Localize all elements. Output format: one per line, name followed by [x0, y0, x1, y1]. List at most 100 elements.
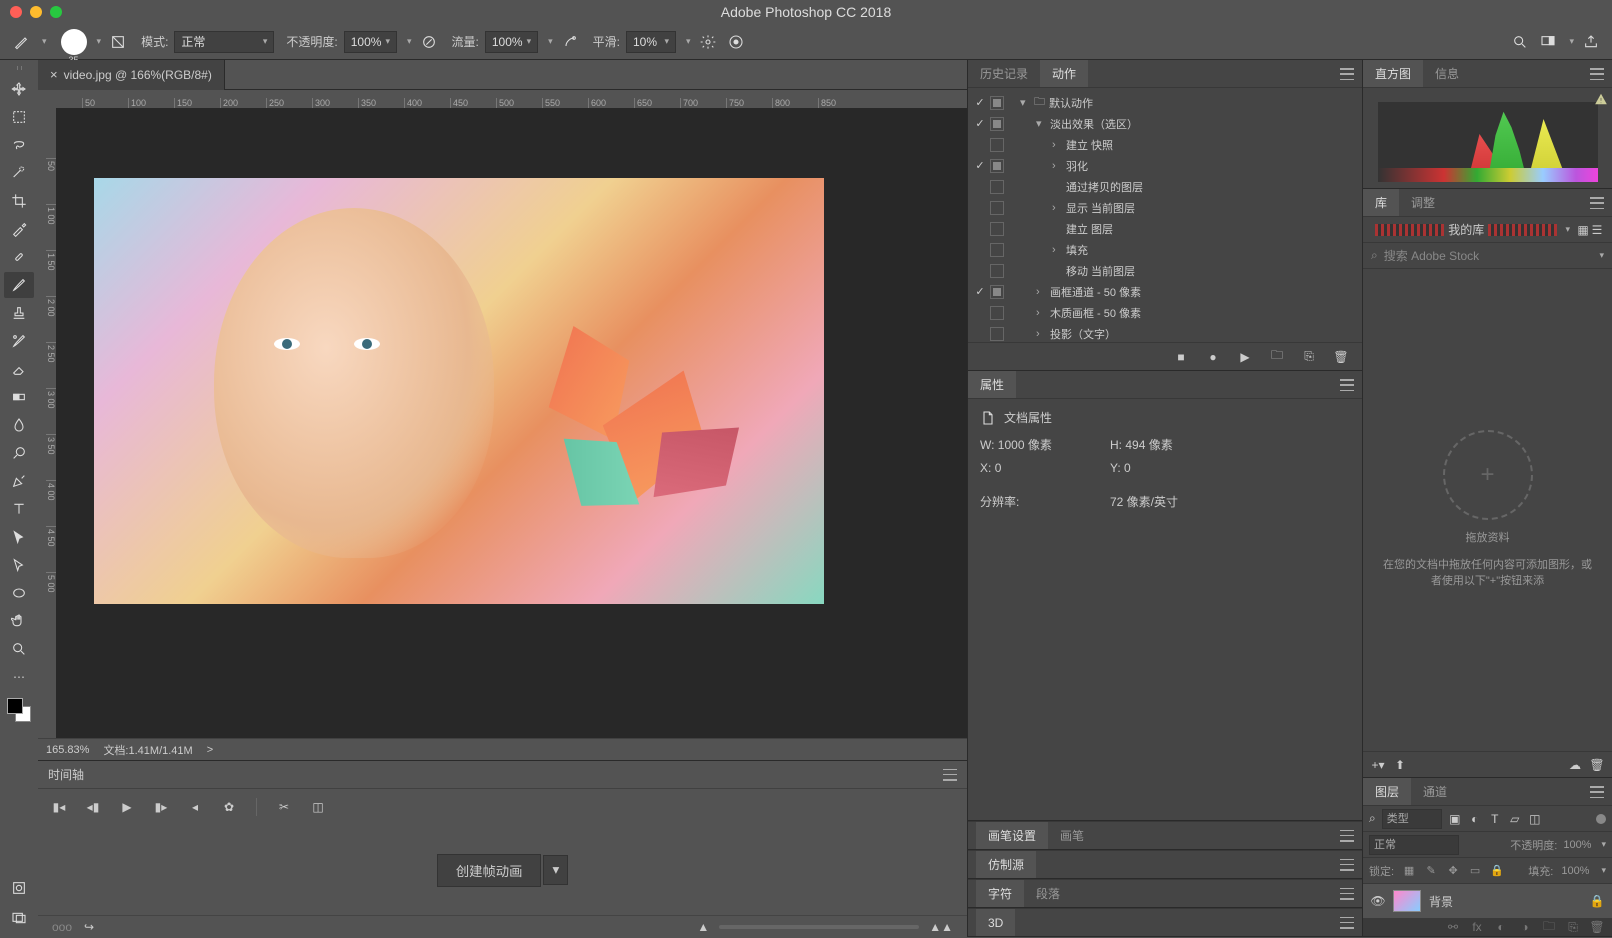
panel-menu-icon[interactable]: [1590, 197, 1604, 209]
cloud-icon[interactable]: ☁: [1568, 758, 1582, 772]
status-arrow-icon[interactable]: >: [207, 744, 213, 756]
marquee-tool[interactable]: [4, 104, 34, 130]
first-frame-icon[interactable]: ▮◂: [52, 800, 66, 814]
action-row[interactable]: ›木质画框 - 50 像素: [968, 302, 1362, 323]
lock-artboard-icon[interactable]: ▭: [1468, 864, 1482, 878]
action-check-icon[interactable]: ✓: [974, 117, 986, 130]
disclosure-icon[interactable]: ›: [1052, 160, 1062, 172]
action-row[interactable]: ›投影（文字）: [968, 323, 1362, 342]
panel-menu-icon[interactable]: [1340, 917, 1354, 929]
more-tools-icon[interactable]: ⋯: [4, 664, 34, 690]
chevron-down-icon[interactable]: ▾: [97, 36, 102, 47]
action-row[interactable]: ✓›画框通道 - 50 像素: [968, 281, 1362, 302]
tab-history[interactable]: 历史记录: [968, 60, 1040, 87]
panel-menu-icon[interactable]: [1590, 786, 1604, 798]
panel-menu-icon[interactable]: [1340, 379, 1354, 391]
mask-icon[interactable]: ◐: [1494, 920, 1508, 934]
blur-tool[interactable]: [4, 412, 34, 438]
action-row[interactable]: 移动 当前图层: [968, 260, 1362, 281]
action-row[interactable]: ›建立 快照: [968, 134, 1362, 155]
ruler-vertical[interactable]: 501 001 502 002 503 003 504 004 505 00: [38, 108, 56, 738]
filter-adjust-icon[interactable]: ◐: [1468, 812, 1482, 826]
add-icon[interactable]: +▾: [1371, 758, 1385, 772]
canvas-image[interactable]: [94, 178, 824, 604]
zoom-out-slider-icon[interactable]: ▲: [697, 920, 709, 934]
panel-menu-icon[interactable]: [1340, 830, 1354, 842]
pen-tool[interactable]: [4, 468, 34, 494]
tab-character[interactable]: 字符: [976, 880, 1024, 907]
zoom-level[interactable]: 165.83%: [46, 744, 89, 756]
close-window-icon[interactable]: [10, 6, 22, 18]
blend-mode-select[interactable]: 正常▾: [174, 31, 274, 53]
layer-thumbnail[interactable]: [1393, 890, 1421, 912]
toolbar-grip-icon[interactable]: [2, 66, 36, 72]
prev-frame-icon[interactable]: ◂▮: [86, 800, 100, 814]
chevron-down-icon[interactable]: ▾: [42, 36, 47, 47]
loop-icon[interactable]: ooo: [52, 920, 72, 934]
library-selector[interactable]: 我的库 ▾ ▦ ☰: [1363, 217, 1612, 243]
tab-libraries[interactable]: 库: [1363, 189, 1399, 216]
healing-tool[interactable]: [4, 244, 34, 270]
panel-menu-icon[interactable]: [1590, 68, 1604, 80]
opacity-input[interactable]: 100%▾: [344, 31, 397, 53]
tab-adjustments[interactable]: 调整: [1399, 189, 1447, 216]
search-icon[interactable]: [1509, 31, 1531, 53]
share-icon[interactable]: [1580, 31, 1602, 53]
quickmask-icon[interactable]: [4, 875, 34, 901]
link-icon[interactable]: ⚯: [1446, 920, 1460, 934]
action-modal-icon[interactable]: [990, 117, 1004, 131]
ruler-horizontal[interactable]: 5010015020025030035040045050055060065070…: [38, 90, 967, 108]
blend-mode-select[interactable]: 正常: [1369, 835, 1459, 855]
action-modal-icon[interactable]: [990, 243, 1004, 257]
gear-icon[interactable]: [697, 31, 719, 53]
trash-icon[interactable]: 🗑: [1334, 350, 1348, 364]
gradient-tool[interactable]: [4, 384, 34, 410]
action-row[interactable]: ✓›羽化: [968, 155, 1362, 176]
layer-opacity[interactable]: 100%: [1563, 839, 1591, 851]
lock-transparent-icon[interactable]: ▦: [1402, 864, 1416, 878]
filter-type-icon[interactable]: T: [1488, 812, 1502, 826]
document-tab[interactable]: × video.jpg @ 166%(RGB/8#): [38, 60, 225, 90]
panel-menu-icon[interactable]: [943, 769, 957, 781]
trash-icon[interactable]: 🗑: [1590, 920, 1604, 934]
disclosure-icon[interactable]: ›: [1052, 202, 1062, 214]
action-row[interactable]: ✓▾淡出效果（选区）: [968, 113, 1362, 134]
library-drop-zone[interactable]: + 拖放资料 在您的文档中拖放任何内容可添加图形，或者使用以下"+"按钮来添: [1363, 269, 1612, 751]
action-modal-icon[interactable]: [990, 180, 1004, 194]
group-icon[interactable]: 🗀: [1542, 920, 1556, 934]
history-brush-tool[interactable]: [4, 328, 34, 354]
chevron-down-icon[interactable]: ▾: [686, 36, 691, 47]
close-tab-icon[interactable]: ×: [50, 67, 58, 82]
disclosure-icon[interactable]: ›: [1036, 328, 1046, 340]
action-row[interactable]: 建立 图层: [968, 218, 1362, 239]
tool-preset-icon[interactable]: [10, 31, 32, 53]
action-row[interactable]: ›填充: [968, 239, 1362, 260]
mute-icon[interactable]: ◂: [188, 800, 202, 814]
lock-icon[interactable]: 🔒: [1590, 894, 1604, 908]
transition-icon[interactable]: ◫: [311, 800, 325, 814]
trash-icon[interactable]: 🗑: [1590, 758, 1604, 772]
action-row[interactable]: ✓▾🗀 默认动作: [968, 92, 1362, 113]
warning-icon[interactable]: [1594, 92, 1608, 106]
next-frame-icon[interactable]: ▮▸: [154, 800, 168, 814]
redo-icon[interactable]: ↪: [82, 920, 96, 934]
foreground-color[interactable]: [7, 698, 23, 714]
doc-size[interactable]: 文档:1.41M/1.41M: [103, 742, 192, 758]
eraser-tool[interactable]: [4, 356, 34, 382]
move-tool[interactable]: [4, 76, 34, 102]
lock-position-icon[interactable]: ✥: [1446, 864, 1460, 878]
brush-preview[interactable]: 35: [61, 29, 87, 55]
canvas-viewport[interactable]: 501 001 502 002 503 003 504 004 505 00: [38, 108, 967, 738]
create-frame-animation-button[interactable]: 创建帧动画: [437, 854, 542, 887]
action-check-icon[interactable]: ✓: [974, 285, 986, 298]
layer-fill[interactable]: 100%: [1561, 865, 1589, 877]
action-modal-icon[interactable]: [990, 138, 1004, 152]
grid-view-icon[interactable]: ▦: [1576, 223, 1590, 237]
action-modal-icon[interactable]: [990, 222, 1004, 236]
disclosure-icon[interactable]: ›: [1036, 286, 1046, 298]
action-check-icon[interactable]: ✓: [974, 159, 986, 172]
filter-type-select[interactable]: 类型: [1382, 809, 1442, 829]
new-layer-icon[interactable]: ⎘: [1566, 920, 1580, 934]
minimize-window-icon[interactable]: [30, 6, 42, 18]
filter-shape-icon[interactable]: ▱: [1508, 812, 1522, 826]
